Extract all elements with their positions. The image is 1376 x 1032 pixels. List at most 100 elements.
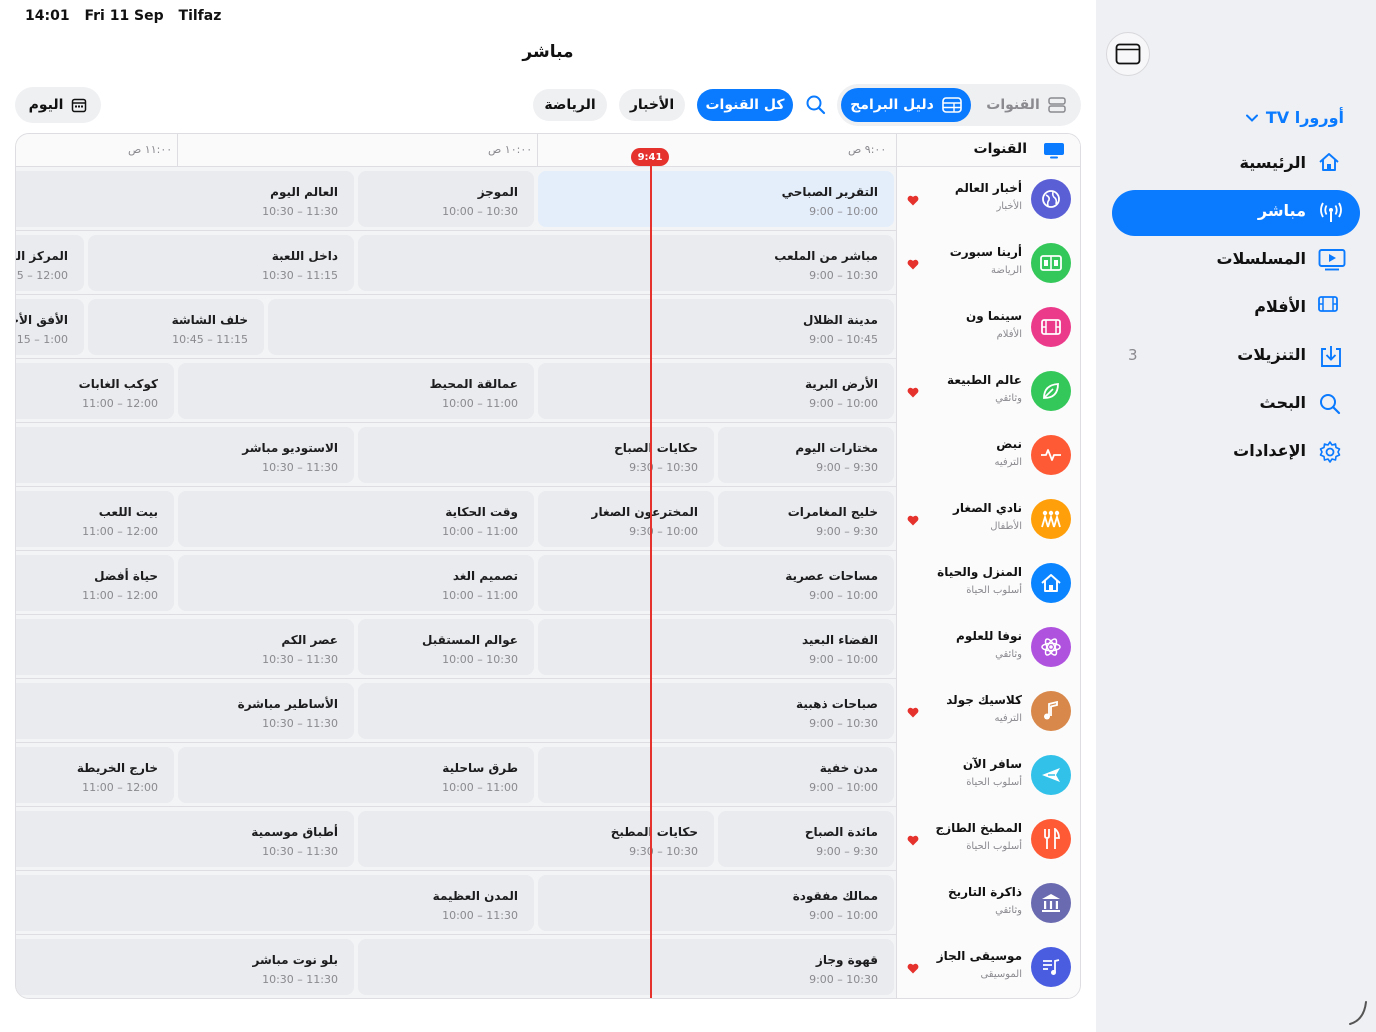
program-title: مدينة الظلال	[802, 313, 878, 327]
channel-cell[interactable]: سينما ون الأفلام	[896, 295, 1080, 359]
channel-genre: الترفيه	[994, 713, 1022, 724]
program-cell[interactable]: خلف الشاشة 10:45 – 11:15	[88, 299, 264, 355]
channel-cell[interactable]: موسيقى الجاز الموسيقى	[896, 935, 1080, 998]
program-time: 9:00 – 9:30	[816, 461, 878, 474]
channel-logo	[1031, 499, 1071, 539]
sidebar-toggle-button[interactable]	[1106, 32, 1150, 76]
channel-logo	[1031, 819, 1071, 859]
program-cell[interactable]: حياة أفضل 11:00 – 12:00	[16, 555, 174, 611]
program-cell[interactable]: مائدة الصباح 9:00 – 9:30	[718, 811, 894, 867]
program-cell[interactable]: قهوة وجاز 9:00 – 10:30	[358, 939, 894, 995]
program-cell[interactable]: مساحات عصرية 9:00 – 10:00	[538, 555, 894, 611]
channel-cell[interactable]: كلاسيك جولد الترفيه	[896, 679, 1080, 743]
today-label: اليوم	[28, 97, 64, 113]
program-cell[interactable]: وقت الحكاية 10:00 – 11:00	[178, 491, 534, 547]
channel-genre: أسلوب الحياة	[966, 841, 1022, 852]
segment-channels[interactable]: القنوات	[975, 88, 1077, 122]
program-cell[interactable]: حكايات الصباح 9:30 – 10:30	[358, 427, 714, 483]
channel-cell[interactable]: أرينا سبورت الرياضة	[896, 231, 1080, 295]
program-cell[interactable]: الأفق الأخير 11:15 – 1:00	[16, 299, 84, 355]
program-cell[interactable]: تصميم الغد 10:00 – 11:00	[178, 555, 534, 611]
program-cell[interactable]: عمالقة المحيط 10:00 – 11:00	[178, 363, 534, 419]
program-cell[interactable]: عصر الكم 10:30 – 11:30	[16, 619, 354, 675]
channel-cell[interactable]: سافر الآن أسلوب الحياة	[896, 743, 1080, 807]
program-cell[interactable]: مدينة الظلال 9:00 – 10:45	[268, 299, 894, 355]
favorite-heart-icon[interactable]	[907, 703, 919, 722]
channel-logo	[1031, 435, 1071, 475]
program-title: الاستوديو مباشر	[242, 441, 338, 455]
sidebar-item-settings[interactable]: الإعدادات	[1112, 430, 1360, 476]
program-cell[interactable]: حكايات المطبخ 9:30 – 10:30	[358, 811, 714, 867]
program-cell[interactable]: الموجز 10:00 – 10:30	[358, 171, 534, 227]
channel-name: ذاكرة التاريخ	[947, 885, 1022, 899]
resize-handle-icon[interactable]	[1348, 1000, 1368, 1026]
program-cell[interactable]: مدن خفية 9:00 – 10:00	[538, 747, 894, 803]
channel-cell[interactable]: المنزل والحياة أسلوب الحياة	[896, 551, 1080, 615]
channel-genre: وثائقي	[995, 649, 1022, 660]
program-title: بلو نوت مباشر	[252, 953, 338, 967]
house-icon	[1040, 573, 1062, 593]
program-cell[interactable]: بلو نوت مباشر 10:30 – 11:30	[16, 939, 354, 995]
sidebar-item-downloads[interactable]: التنزيلات 3	[1112, 334, 1360, 380]
channel-cell[interactable]: نبض الترفيه	[896, 423, 1080, 487]
favorite-heart-icon[interactable]	[907, 255, 919, 274]
program-cell[interactable]: خارج الخريطة 11:00 – 12:00	[16, 747, 174, 803]
today-button[interactable]: اليوم	[15, 87, 101, 123]
program-cell[interactable]: المخترعون الصغار 9:30 – 10:00	[538, 491, 714, 547]
channel-cell[interactable]: ذاكرة التاريخ وثائقي	[896, 871, 1080, 935]
program-cell-live[interactable]: التقرير الصباحي 9:00 – 10:00	[538, 171, 894, 227]
favorite-heart-icon[interactable]	[907, 383, 919, 402]
channel-cell[interactable]: نوفا للعلوم وثائقي	[896, 615, 1080, 679]
time-label: ١١:٠٠ ص	[128, 143, 173, 156]
program-cell[interactable]: داخل اللعبة 10:30 – 11:15	[88, 235, 354, 291]
program-cell[interactable]: الاستوديو مباشر 10:30 – 11:30	[16, 427, 354, 483]
program-cell[interactable]: المركز الرياضي 11:15 – 12:00	[16, 235, 84, 291]
program-cell[interactable]: مباشر من الملعب 9:00 – 10:30	[358, 235, 894, 291]
program-cell[interactable]: طرق ساحلية 10:00 – 11:00	[178, 747, 534, 803]
sidebar-item-movies[interactable]: الأفلام	[1112, 286, 1360, 332]
program-cell[interactable]: المدن العظيمة 10:00 – 11:30	[16, 875, 534, 931]
channel-logo	[1031, 627, 1071, 667]
segment-guide[interactable]: دليل البرامج	[841, 88, 971, 122]
program-cell[interactable]: بيت اللعب 11:00 – 12:00	[16, 491, 174, 547]
favorite-heart-icon[interactable]	[907, 511, 919, 530]
favorite-heart-icon[interactable]	[907, 959, 919, 978]
program-cell[interactable]: كوكب الغابات 11:00 – 12:00	[16, 363, 174, 419]
sidebar-item-series[interactable]: المسلسلات	[1112, 238, 1360, 284]
channel-cell[interactable]: نادي الصغار الأطفال	[896, 487, 1080, 551]
download-icon	[1318, 344, 1344, 370]
program-cell[interactable]: العالم اليوم 10:30 – 11:30	[16, 171, 354, 227]
program-cell[interactable]: ممالك مفقودة 9:00 – 10:00	[538, 875, 894, 931]
filter-chip-all-channels[interactable]: كل القنوات	[697, 89, 793, 121]
program-cell[interactable]: خليج المغامرات 9:00 – 9:30	[718, 491, 894, 547]
filter-chip-news[interactable]: الأخبار	[619, 89, 685, 121]
program-cell[interactable]: عوالم المستقبل 10:00 – 10:30	[358, 619, 534, 675]
program-cell[interactable]: الأساطير مباشرة 10:30 – 11:30	[16, 683, 354, 739]
program-cell[interactable]: صباحات ذهبية 9:00 – 10:30	[358, 683, 894, 739]
favorite-heart-icon[interactable]	[907, 191, 919, 210]
favorite-heart-icon[interactable]	[907, 831, 919, 850]
channel-cell[interactable]: أخبار العالم الأخبار	[896, 167, 1080, 231]
status-app: Tilfaz	[178, 8, 222, 24]
program-cell[interactable]: الفضاء البعيد 9:00 – 10:00	[538, 619, 894, 675]
program-title: عصر الكم	[281, 633, 338, 647]
filter-chip-sports[interactable]: الرياضة	[533, 89, 607, 121]
program-title: كوكب الغابات	[78, 377, 158, 391]
channel-cell[interactable]: عالم الطبيعة وثائقي	[896, 359, 1080, 423]
program-cell[interactable]: مختارات اليوم 9:00 – 9:30	[718, 427, 894, 483]
program-cell[interactable]: أطباق موسمية 10:30 – 11:30	[16, 811, 354, 867]
program-title: الأرض البرية	[804, 377, 878, 391]
search-icon[interactable]	[805, 94, 827, 116]
program-cell[interactable]: الأرض البرية 9:00 – 10:00	[538, 363, 894, 419]
channel-cell[interactable]: المطبخ الطازج أسلوب الحياة	[896, 807, 1080, 871]
sidebar-item-search[interactable]: البحث	[1112, 382, 1360, 428]
channel-genre: وثائقي	[995, 393, 1022, 404]
program-time: 9:30 – 10:30	[629, 845, 698, 858]
sidebar-item-home[interactable]: الرئيسية	[1112, 142, 1360, 188]
program-title: وقت الحكاية	[445, 505, 518, 519]
sidebar-item-label: التنزيلات	[1237, 345, 1306, 364]
program-title: تصميم الغد	[452, 569, 518, 583]
program-time: 10:45 – 11:15	[172, 333, 248, 346]
brand-switcher[interactable]: أورورا TV	[1245, 108, 1344, 127]
sidebar-item-live[interactable]: مباشر	[1112, 190, 1360, 236]
